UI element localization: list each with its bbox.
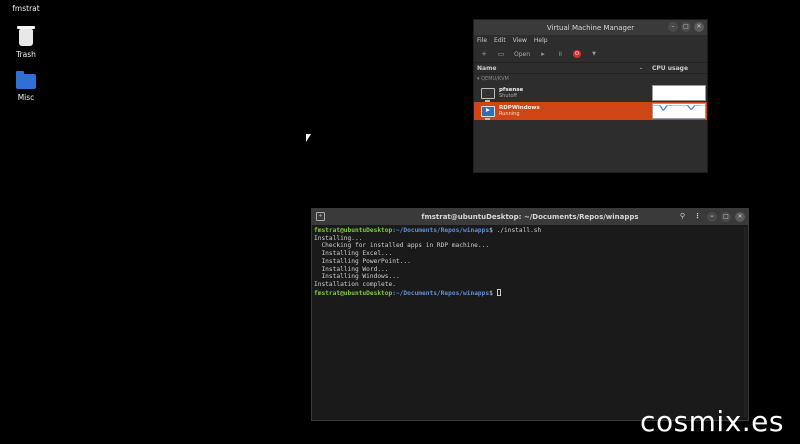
vm-row-rdpwindows[interactable]: RDPWindows Running: [474, 102, 707, 120]
vm-status: Shutoff: [499, 93, 517, 99]
prompt-user: fmstrat@ubuntuDesktop: [314, 227, 393, 234]
desktop-icon-label: Misc: [17, 93, 35, 102]
watermark: cosmix.es: [640, 405, 784, 438]
desktop-icon-trash[interactable]: Trash: [0, 26, 54, 59]
output-line: Installing Excel...: [314, 250, 393, 258]
menu-view[interactable]: View: [513, 37, 527, 44]
window-title: fmstrat@ubuntuDesktop: ~/Documents/Repos…: [421, 213, 639, 221]
desktop-icon-misc[interactable]: Misc: [0, 70, 54, 102]
command: $ ./install.sh: [489, 227, 542, 234]
vmm-window: Virtual Machine Manager – □ ✕ File Edit …: [473, 19, 708, 173]
play-icon[interactable]: ▸: [539, 50, 547, 58]
connection-group[interactable]: ▾ QEMU/KVM: [474, 74, 707, 84]
output-line: Checking for installed apps in RDP machi…: [314, 242, 490, 250]
output-line: Installing Word...: [314, 265, 389, 273]
connection-label: QEMU/KVM: [481, 76, 509, 82]
prompt-line: fmstrat@ubuntuDesktop:~/Documents/Repos/…: [314, 288, 746, 298]
desktop-icon-home[interactable]: fmstrat: [0, 0, 54, 13]
scrollbar[interactable]: [744, 227, 747, 417]
vm-running-icon: [481, 105, 495, 120]
close-button[interactable]: ✕: [694, 22, 704, 32]
chevron-down-icon: ⌄: [639, 65, 644, 71]
pause-icon[interactable]: ॥: [556, 50, 564, 58]
desktop-icon-label: Trash: [16, 50, 36, 59]
terminal-titlebar[interactable]: + fmstrat@ubuntuDesktop: ~/Documents/Rep…: [312, 209, 748, 225]
menu-edit[interactable]: Edit: [494, 37, 506, 44]
cpu-sparkline: [653, 104, 705, 111]
vm-shutoff-icon: [481, 87, 495, 102]
output-line: Installation complete.: [314, 280, 396, 288]
cpu-usage-graph: [652, 103, 706, 119]
terminal-output[interactable]: fmstrat@ubuntuDesktop:~/Documents/Repos/…: [312, 225, 748, 299]
vm-list-header: Name ⌄ CPU usage: [474, 63, 707, 74]
chevron-down-icon[interactable]: ▼: [590, 50, 598, 58]
folder-icon: [16, 71, 36, 89]
terminal-window: + fmstrat@ubuntuDesktop: ~/Documents/Rep…: [311, 208, 749, 421]
desktop-icon-label: fmstrat: [12, 4, 40, 13]
output-line: Installing Windows...: [314, 273, 400, 281]
search-icon[interactable]: ⚲: [677, 211, 688, 222]
cpu-usage-graph: [652, 85, 706, 101]
vm-row-pfsense[interactable]: pfsense Shutoff: [474, 84, 707, 102]
monitor-icon[interactable]: ▭: [497, 50, 505, 58]
prompt-path: :~/Documents/Repos/winapps: [392, 227, 490, 234]
window-title: Virtual Machine Manager: [546, 23, 635, 32]
output-line: Installing...: [314, 234, 363, 242]
prompt-symbol: $: [489, 289, 497, 297]
close-button[interactable]: ✕: [735, 211, 745, 222]
maximize-button[interactable]: □: [681, 22, 691, 32]
prompt-user: fmstrat@ubuntuDesktop: [314, 289, 393, 297]
text-cursor: [496, 288, 501, 296]
menu-help[interactable]: Help: [534, 37, 548, 44]
menu-file[interactable]: File: [477, 37, 487, 44]
new-vm-icon[interactable]: +: [480, 50, 488, 58]
minimize-button[interactable]: –: [707, 211, 717, 222]
vmm-titlebar[interactable]: Virtual Machine Manager – □ ✕: [474, 20, 707, 35]
power-icon[interactable]: ⏻: [573, 50, 582, 58]
vmm-toolbar: + ▭ Open ▸ ॥ ⏻ ▼: [474, 46, 707, 63]
prompt-line: fmstrat@ubuntuDesktop:~/Documents/Repos/…: [314, 227, 746, 235]
column-name[interactable]: Name: [474, 65, 642, 72]
column-cpu[interactable]: CPU usage: [642, 65, 688, 72]
menu-icon[interactable]: ⋮: [692, 211, 703, 222]
output-line: Installing PowerPoint...: [314, 257, 411, 265]
mouse-cursor-icon: [306, 134, 311, 142]
minimize-button[interactable]: –: [668, 22, 678, 32]
trash-icon: [17, 26, 35, 46]
new-tab-icon[interactable]: +: [316, 212, 325, 221]
open-button[interactable]: Open: [514, 51, 530, 58]
menubar: File Edit View Help: [474, 35, 707, 46]
prompt-path: :~/Documents/Repos/winapps: [392, 289, 490, 297]
vm-status: Running: [499, 111, 520, 117]
maximize-button[interactable]: □: [721, 211, 731, 222]
